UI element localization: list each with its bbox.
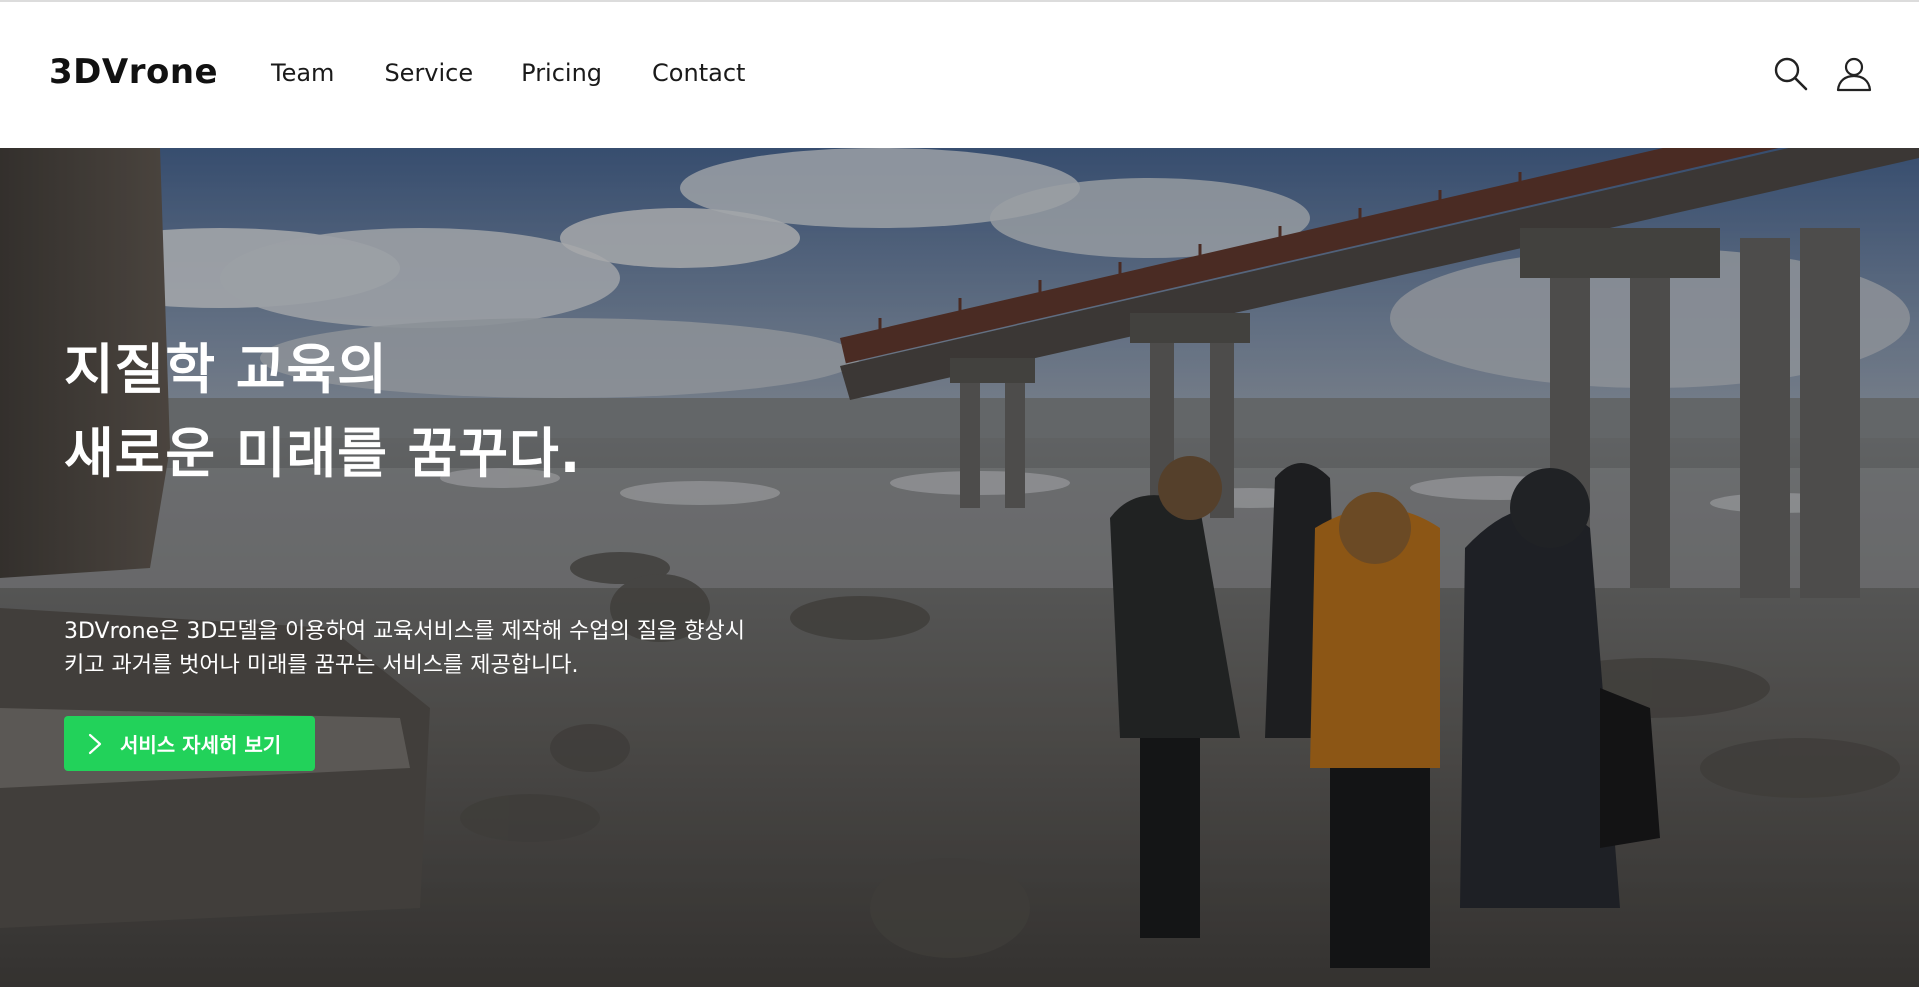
hero-section: 지질학 교육의 새로운 미래를 꿈꾸다. 3DVrone은 3D모델을 이용하여… bbox=[0, 148, 1919, 987]
search-icon[interactable] bbox=[1771, 54, 1811, 94]
service-details-button-label: 서비스 자세히 보기 bbox=[120, 733, 282, 757]
nav-pricing[interactable]: Pricing bbox=[521, 59, 602, 87]
nav-service[interactable]: Service bbox=[384, 59, 473, 87]
nav-team[interactable]: Team bbox=[271, 59, 334, 87]
service-details-button[interactable]: 서비스 자세히 보기 bbox=[64, 716, 315, 771]
user-icon[interactable] bbox=[1834, 54, 1874, 94]
brand-logo[interactable]: 3DVrone bbox=[49, 52, 218, 92]
hero-overlay bbox=[0, 148, 1919, 987]
navbar: 3DVrone Team Service Pricing Contact bbox=[0, 2, 1919, 148]
main-nav: Team Service Pricing Contact bbox=[271, 59, 795, 87]
hero-title-line-2: 새로운 미래를 꿈꾸다. bbox=[64, 422, 582, 485]
hero-description-line-1: 3DVrone은 3D모델을 이용하여 교육서비스를 제작해 수업의 질을 향상… bbox=[64, 619, 745, 644]
nav-contact[interactable]: Contact bbox=[652, 59, 745, 87]
hero-description: 3DVrone은 3D모델을 이용하여 교육서비스를 제작해 수업의 질을 향상… bbox=[64, 615, 824, 683]
chevron-right-icon bbox=[88, 733, 102, 755]
hero-title-line-1: 지질학 교육의 bbox=[64, 338, 388, 401]
hero-description-line-2: 키고 과거를 벗어나 미래를 꿈꾸는 서비스를 제공합니다. bbox=[64, 653, 579, 678]
hero-title: 지질학 교육의 새로운 미래를 꿈꾸다. bbox=[64, 328, 581, 496]
